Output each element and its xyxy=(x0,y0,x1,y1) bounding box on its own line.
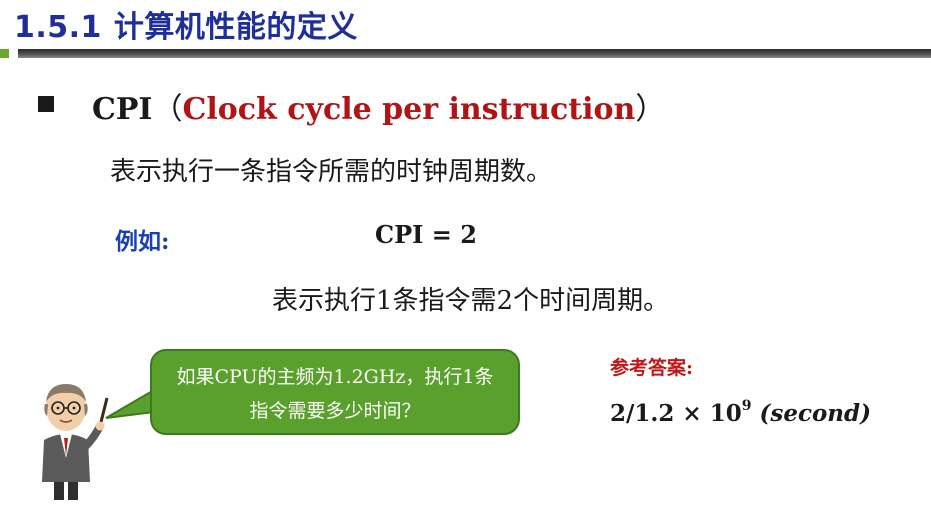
answer-base: 2/1.2 × 10 xyxy=(610,400,742,427)
example-explanation: 表示执行1条指令需2个时间周期。 xyxy=(272,286,670,316)
close-paren: ） xyxy=(635,92,666,127)
slide-title: 1.5.1 计算机性能的定义 xyxy=(14,2,358,46)
cpi-english: Clock cycle per instruction xyxy=(182,92,636,127)
question-speech-bubble: 如果CPU的主频为1.2GHz，执行1条 指令需要多少时间？ xyxy=(150,349,520,435)
speech-bubble-tail xyxy=(105,388,155,419)
square-bullet-icon xyxy=(38,96,54,112)
section-number: 1.5.1 xyxy=(14,10,102,45)
answer-label: 参考答案: xyxy=(610,357,694,379)
example-formula: CPI = 2 xyxy=(375,220,477,249)
example-label: 例如: xyxy=(115,228,170,255)
answer-unit: (second) xyxy=(759,400,871,427)
cpi-heading: CPI（Clock cycle per instruction） xyxy=(92,84,665,128)
bubble-line-1: 如果CPU的主频为1.2GHz，执行1条 xyxy=(176,366,494,388)
answer-formula: 2/1.2 × 109 (second) xyxy=(610,398,871,427)
accent-square xyxy=(0,49,9,58)
answer-exponent: 9 xyxy=(741,398,752,415)
cpi-term: CPI xyxy=(92,92,153,127)
bubble-line-2: 指令需要多少时间？ xyxy=(249,400,421,422)
open-paren: （ xyxy=(152,92,183,127)
cpi-description: 表示执行一条指令所需的时钟周期数。 xyxy=(110,157,553,187)
section-title: 计算机性能的定义 xyxy=(113,10,358,45)
title-underline-bar xyxy=(18,49,931,58)
teacher-icon xyxy=(42,384,109,500)
